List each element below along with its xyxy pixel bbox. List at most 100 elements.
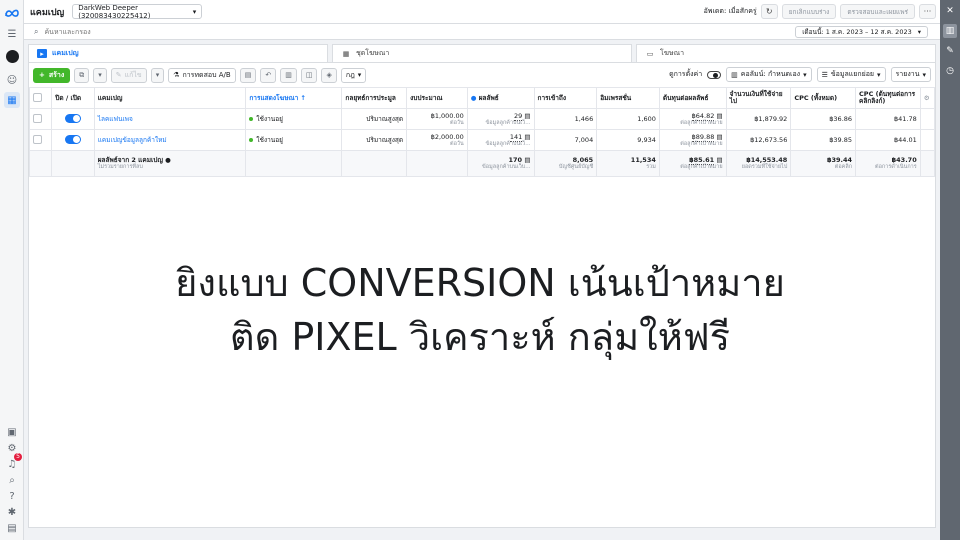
budget-sub: ต่อวัน [450, 140, 464, 147]
col-header-cpc-link[interactable]: CPC (ต้นทุนต่อการคลิกลิงก์) [855, 87, 921, 109]
search-input[interactable] [44, 27, 345, 36]
chart-icon: ▤ [716, 156, 723, 164]
clipboard-button[interactable]: ▤ [239, 67, 257, 83]
delivery-status: ใช้งานอยู่ [256, 115, 283, 123]
reports-label: รายงาน [895, 70, 920, 78]
budget-sub: ต่อวัน [450, 119, 464, 126]
breakdown-button[interactable]: ☰ ข้อมูลแยกย่อย ▾ [816, 67, 886, 82]
campaign-name-link[interactable]: แคมเปญข้อมูลลูกค้าใหม่ [98, 136, 167, 144]
row-checkbox[interactable] [33, 134, 42, 144]
pages-icon[interactable]: ▣ [4, 424, 20, 440]
menu-icon[interactable]: ☰ [4, 26, 20, 42]
budget-value: ฿2,000.00 [430, 132, 464, 141]
view-setup-toggle[interactable] [707, 70, 722, 79]
tag-icon: ◈ [326, 71, 332, 79]
breakdown-label: ข้อมูลแยกย่อย [830, 70, 875, 78]
tag-button[interactable]: ◈ [321, 67, 337, 83]
trash-icon: ▥ [285, 71, 292, 79]
total-reach-sub: บัญชีศูนย์บัญชี [558, 164, 594, 170]
review-publish-button[interactable]: ตรวจสอบและเผยแพร่ [840, 4, 915, 19]
duplicate-dropdown-button[interactable]: ▾ [93, 67, 107, 83]
column-settings-cell[interactable]: ⚙ [919, 87, 936, 109]
col-header-cost-per-result[interactable]: ต้นทุนต่อผลลัพธ์ [658, 87, 727, 109]
campaigns-table-icon[interactable]: ▦ [4, 92, 20, 108]
chart-panel-icon[interactable]: ▥ [943, 24, 957, 38]
tab-ad-sets[interactable]: ▦ ชุดโฆษณา [332, 44, 632, 62]
edit-button[interactable]: ✎ แก้ไข [110, 67, 147, 83]
col-header-results[interactable]: ● ผลลัพธ์ [466, 87, 535, 109]
reports-button[interactable]: รายงาน ▾ [890, 67, 931, 82]
page-title: แคมเปญ [30, 7, 65, 18]
col-header-budget[interactable]: งบประมาณ [406, 87, 468, 109]
duplicate-button[interactable]: ⧉ [74, 67, 90, 83]
account-selector[interactable]: DarkWeb Deeper (320083430225412) ▾ [72, 4, 203, 20]
columns-label: คอลัมน์: กำหนดเอง [740, 70, 801, 78]
overlay-headline-line1: ยิงแบบ CONVERSION เน้นเป้าหมาย [175, 261, 785, 305]
select-all-cell[interactable] [28, 87, 53, 109]
reach-value: 1,466 [574, 115, 594, 123]
chevron-down-icon: ▾ [357, 71, 362, 79]
total-cpc-link-value: ฿43.70 [891, 156, 917, 164]
discard-drafts-button[interactable]: ยกเลิกแบบร่าง [781, 4, 837, 19]
campaigns-table: ปิด / เปิด แคมเปญ การแสดงโฆษณา ↑ กลยุทธ์… [28, 87, 936, 177]
rules-label: กฎ [345, 70, 355, 79]
cpc-link-value: ฿44.01 [893, 136, 917, 144]
date-range-label: เดือนนี้: 1 ส.ค. 2023 – 12 ส.ค. 2023 [802, 28, 912, 36]
ab-test-button[interactable]: ⚗ การทดสอบ A/B [168, 67, 236, 83]
date-range-picker[interactable]: เดือนนี้: 1 ส.ค. 2023 – 12 ส.ค. 2023 ▾ [795, 26, 928, 38]
refresh-button[interactable]: ↻ [760, 4, 778, 19]
col-header-impressions[interactable]: อิมเพรสชั่น [596, 87, 660, 109]
cpc-link-value: ฿41.78 [893, 115, 917, 123]
history-icon[interactable]: ◷ [943, 64, 957, 78]
col-header-toggle[interactable]: ปิด / เปิด [51, 87, 95, 109]
chevron-down-icon: ▾ [877, 70, 881, 79]
campaign-name-link[interactable]: ไลคแฟนเพจ [98, 115, 133, 123]
col-header-bid-strategy[interactable]: กลยุทธ์การประมูล [341, 87, 408, 109]
total-impressions-sub: รวม [646, 164, 656, 170]
create-button[interactable]: + สร้าง [33, 67, 71, 83]
notifications-icon[interactable]: ♫ 5 [4, 453, 22, 472]
more-options-button[interactable]: ··· [919, 4, 936, 19]
campaign-toggle[interactable] [64, 113, 81, 123]
bug-icon[interactable]: ✱ [4, 504, 20, 520]
grid-icon[interactable]: ▤ [4, 520, 20, 536]
row-checkbox[interactable] [33, 113, 42, 123]
col-header-reach[interactable]: การเข้าถึง [533, 87, 598, 109]
tab-campaigns[interactable]: ▸ แคมเปญ [28, 44, 328, 62]
edit-panel-icon[interactable]: ✎ [943, 44, 957, 58]
undo-button[interactable]: ↶ [260, 67, 277, 83]
total-cpc-all-sub: ต่อคลิก [834, 164, 853, 170]
dashboard-icon[interactable]: ☺ [4, 72, 20, 88]
grid-icon: ▦ [342, 49, 350, 58]
select-all-checkbox[interactable] [33, 92, 42, 102]
notification-badge: 5 [14, 453, 22, 461]
avatar[interactable] [4, 48, 20, 64]
help-icon[interactable]: ? [4, 488, 20, 504]
tab-label: แคมเปญ [52, 49, 79, 57]
table-row[interactable]: ไลคแฟนเพจ ใช้งานอยู่ ปริมาณสูงสุด ฿1,000… [28, 108, 936, 130]
meta-logo-icon[interactable] [4, 5, 20, 21]
search-icon[interactable]: ⌕ [4, 472, 20, 488]
col-header-results-label: ผลลัพธ์ [478, 93, 499, 102]
chevron-down-icon: ▾ [803, 70, 807, 79]
columns-button[interactable]: ▥ คอลัมน์: กำหนดเอง ▾ [726, 67, 812, 82]
tab-ads[interactable]: ▭ โฆษณา [636, 44, 936, 62]
rules-button[interactable]: กฎ ▾ [340, 67, 367, 83]
table-row[interactable]: แคมเปญข้อมูลลูกค้าใหม่ ใช้งานอยู่ ปริมาณ… [28, 129, 936, 151]
preview-button[interactable]: ◫ [300, 67, 318, 83]
pencil-icon: ✎ [115, 71, 122, 79]
col-header-amount-spent[interactable]: จำนวนเงินที่ใช้จ่ายไป [725, 87, 792, 109]
bid-strategy: ปริมาณสูงสุด [366, 136, 404, 144]
info-icon: ● [470, 93, 477, 102]
chevron-down-icon: ▾ [922, 70, 926, 79]
edit-dropdown-button[interactable]: ▾ [150, 67, 165, 83]
impressions-value: 1,600 [637, 115, 656, 123]
col-header-campaign[interactable]: แคมเปญ [93, 87, 247, 109]
col-header-delivery[interactable]: การแสดงโฆษณา ↑ [245, 87, 343, 109]
status-dot [249, 138, 254, 142]
close-icon[interactable]: ✕ [943, 4, 957, 18]
delete-button[interactable]: ▥ [280, 67, 297, 83]
col-header-cpc-all[interactable]: CPC (ทั้งหมด) [790, 87, 857, 109]
campaign-toggle[interactable] [64, 134, 81, 144]
total-results-sub: ข้อมูลลูกค้าบนเว็บ... [482, 164, 531, 170]
